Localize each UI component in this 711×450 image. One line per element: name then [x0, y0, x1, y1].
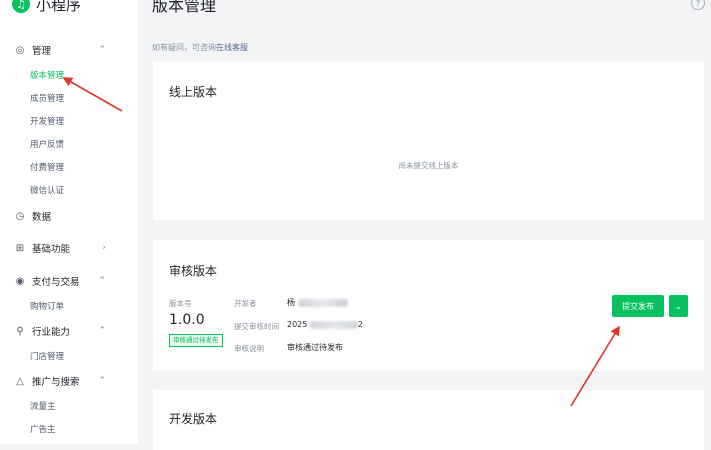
- chevron-up-icon: ⌃: [98, 326, 106, 336]
- online-support-link[interactable]: 在线客服: [216, 43, 248, 52]
- sidebar-item-store-management[interactable]: 门店管理: [30, 348, 64, 364]
- settings-icon: ◎: [15, 44, 25, 56]
- developer-name: 杨: [287, 298, 295, 307]
- card-title: 线上版本: [169, 85, 218, 99]
- nav-group-label: 行业能力: [32, 327, 71, 338]
- sidebar-item-member-management[interactable]: 成员管理: [30, 90, 64, 106]
- nav-group-data[interactable]: ◷ 数据: [14, 207, 124, 225]
- version-label: 版本号: [169, 299, 192, 308]
- note-label: 审核说明: [234, 344, 264, 353]
- mini-program-logo-icon: ♫: [12, 0, 30, 13]
- submit-time-label: 提交审核时间: [234, 322, 279, 331]
- industry-icon: ⚲: [16, 325, 24, 337]
- review-version-card: 审核版本 版本号 1.0.0 审核通过待发布 开发者 杨 提交审核时间 2025…: [153, 240, 704, 371]
- submit-time-end: 2: [357, 320, 363, 329]
- card-title: 审核版本: [169, 264, 218, 278]
- online-version-card: 线上版本 尚未提交线上版本: [153, 61, 704, 220]
- developer-value: 杨: [287, 297, 348, 308]
- brand[interactable]: ♫ 小程序: [12, 0, 81, 16]
- status-badge: 审核通过待发布: [169, 334, 223, 347]
- redacted-blur: [309, 320, 358, 329]
- submit-release-button[interactable]: 提交发布: [612, 295, 664, 317]
- sidebar: ♫ 小程序 ◎ 管理 ⌃ 版本管理 成员管理 开发管理 用户反馈 付费管理 微信…: [0, 0, 138, 444]
- help-icon[interactable]: ?: [691, 0, 705, 10]
- payment-icon: ◉: [15, 275, 25, 287]
- nav-group-label: 支付与交易: [32, 277, 80, 288]
- chevron-up-icon: ⌃: [98, 45, 106, 55]
- submit-time-value: 2025 2: [287, 320, 363, 329]
- sidebar-item-advertiser[interactable]: 广告主: [30, 421, 56, 437]
- sidebar-item-wechat-verification[interactable]: 微信认证: [30, 182, 64, 198]
- more-options-button[interactable]: ⌄: [669, 295, 688, 317]
- nav-group-label: 管理: [32, 46, 52, 57]
- sidebar-item-user-feedback[interactable]: 用户反馈: [30, 136, 64, 152]
- brand-name: 小程序: [36, 0, 82, 14]
- sidebar-item-version-management[interactable]: 版本管理: [30, 67, 64, 83]
- chevron-up-icon: ⌃: [98, 276, 106, 286]
- page-title: 版本管理: [152, 0, 217, 15]
- nav-group-promotion[interactable]: △ 推广与搜索 ⌃: [14, 372, 124, 390]
- redacted-blur: [297, 298, 348, 307]
- chevron-up-icon: ⌃: [98, 376, 106, 386]
- version-number: 1.0.0: [169, 312, 205, 328]
- note-value: 审核通过待发布: [287, 343, 343, 352]
- nav-group-label: 数据: [32, 212, 52, 223]
- sidebar-item-shopping-orders[interactable]: 购物订单: [30, 298, 64, 314]
- nav-group-label: 推广与搜索: [32, 377, 80, 388]
- nav-group-basic-features[interactable]: ⊞ 基础功能 ›: [14, 239, 124, 257]
- data-icon: ◷: [15, 210, 25, 222]
- sidebar-item-traffic-owner[interactable]: 流量主: [30, 398, 56, 414]
- nav-group-industry[interactable]: ⚲ 行业能力 ⌃: [14, 322, 124, 340]
- sidebar-item-dev-management[interactable]: 开发管理: [30, 113, 64, 129]
- help-hint: 如有疑问，可咨询在线客服: [152, 42, 248, 53]
- submit-time-start: 2025: [287, 320, 308, 329]
- card-title: 开发版本: [169, 412, 218, 426]
- hint-text: 如有疑问，可咨询: [152, 43, 216, 52]
- grid-icon: ⊞: [15, 242, 25, 254]
- sidebar-item-payment-management[interactable]: 付费管理: [30, 159, 64, 175]
- dev-version-card: 开发版本: [153, 390, 704, 450]
- developer-label: 开发者: [234, 299, 257, 308]
- nav-group-payment-trade[interactable]: ◉ 支付与交易 ⌃: [14, 272, 124, 290]
- nav-group-manage[interactable]: ◎ 管理 ⌃: [14, 41, 124, 59]
- chevron-right-icon: ›: [102, 243, 106, 253]
- empty-state-text: 尚未提交线上版本: [398, 161, 459, 170]
- chevron-down-icon: ⌄: [675, 301, 682, 311]
- nav-group-label: 基础功能: [32, 244, 71, 255]
- promotion-icon: △: [16, 375, 24, 387]
